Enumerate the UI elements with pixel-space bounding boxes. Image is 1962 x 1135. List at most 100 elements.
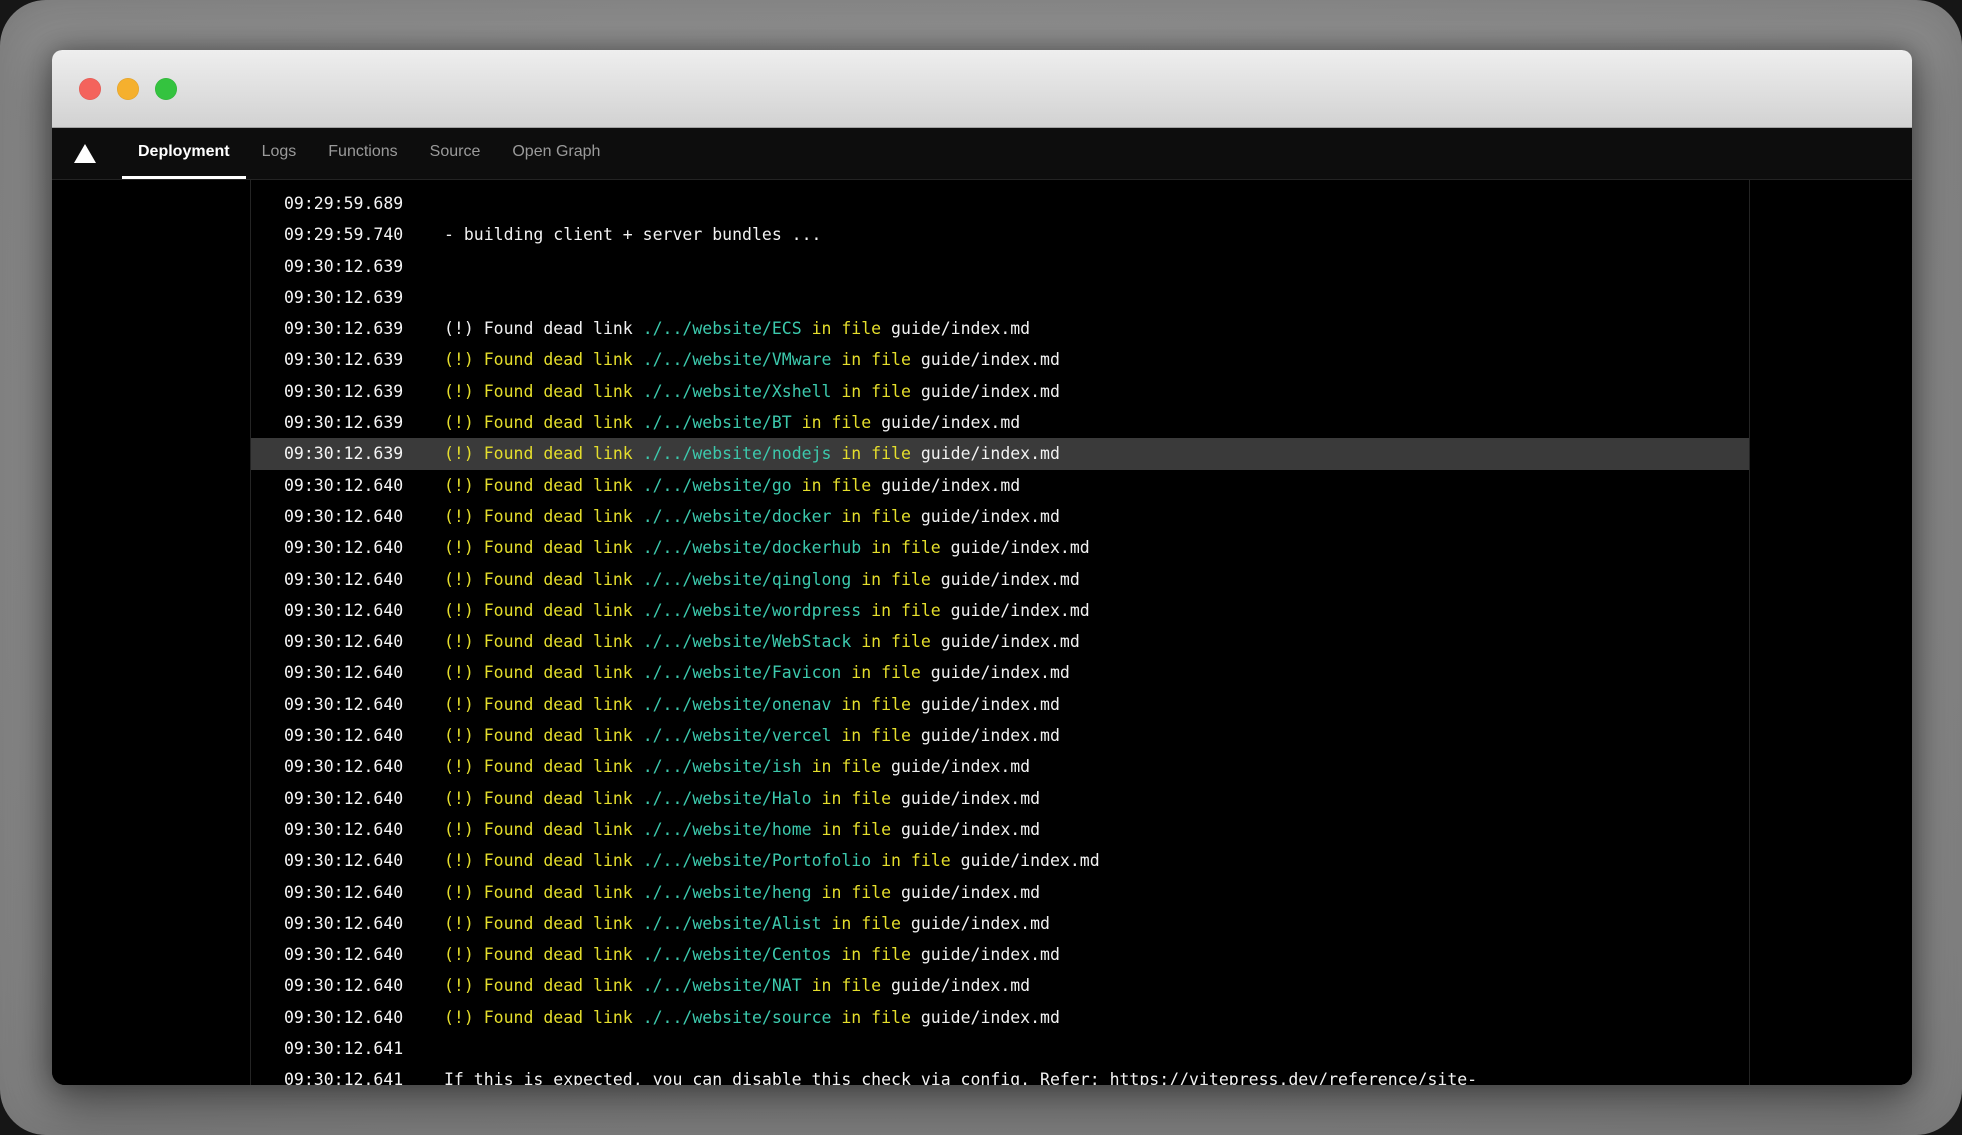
- build-log-pane[interactable]: 09:29:59.68909:29:59.740- building clien…: [251, 180, 1750, 1085]
- log-timestamp: 09:30:12.639: [284, 313, 444, 344]
- log-timestamp: 09:29:59.689: [284, 188, 444, 219]
- log-row[interactable]: 09:30:12.641: [251, 1033, 1749, 1064]
- log-message: (!) Found dead link ./../website/ECS in …: [444, 313, 1030, 344]
- log-row[interactable]: 09:30:12.640(!) Found dead link ./../web…: [251, 657, 1749, 688]
- log-row[interactable]: 09:30:12.639: [251, 282, 1749, 313]
- log-timestamp: 09:30:12.640: [284, 1002, 444, 1033]
- tab-open-graph[interactable]: Open Graph: [496, 128, 616, 179]
- log-row[interactable]: 09:30:12.640(!) Found dead link ./../web…: [251, 470, 1749, 501]
- log-timestamp: 09:30:12.639: [284, 344, 444, 375]
- log-message: (!) Found dead link ./../website/NAT in …: [444, 970, 1030, 1001]
- log-timestamp: 09:30:12.640: [284, 845, 444, 876]
- log-timestamp: 09:30:12.640: [284, 720, 444, 751]
- log-message: (!) Found dead link ./../website/heng in…: [444, 877, 1040, 908]
- log-row[interactable]: 09:29:59.689: [251, 188, 1749, 219]
- log-row[interactable]: 09:30:12.641If this is expected, you can…: [251, 1064, 1749, 1085]
- log-row[interactable]: 09:30:12.640(!) Found dead link ./../web…: [251, 689, 1749, 720]
- nav-tabs: DeploymentLogsFunctionsSourceOpen Graph: [122, 128, 616, 179]
- log-timestamp: 09:30:12.640: [284, 470, 444, 501]
- log-timestamp: 09:29:59.740: [284, 219, 444, 250]
- log-message: (!) Found dead link ./../website/Alist i…: [444, 908, 1050, 939]
- log-message: (!) Found dead link ./../website/dockerh…: [444, 532, 1090, 563]
- minimize-button[interactable]: [117, 78, 139, 100]
- zoom-button[interactable]: [155, 78, 177, 100]
- log-message: (!) Found dead link ./../website/go in f…: [444, 470, 1020, 501]
- log-timestamp: 09:30:12.640: [284, 939, 444, 970]
- log-timestamp: 09:30:12.640: [284, 501, 444, 532]
- log-message: (!) Found dead link ./../website/qinglon…: [444, 564, 1080, 595]
- log-message: (!) Found dead link ./../website/BT in f…: [444, 407, 1020, 438]
- log-row[interactable]: 09:30:12.639(!) Found dead link ./../web…: [251, 407, 1749, 438]
- log-row[interactable]: 09:30:12.640(!) Found dead link ./../web…: [251, 626, 1749, 657]
- log-row[interactable]: 09:30:12.640(!) Found dead link ./../web…: [251, 564, 1749, 595]
- log-row[interactable]: 09:30:12.639(!) Found dead link ./../web…: [251, 344, 1749, 375]
- log-message: (!) Found dead link ./../website/nodejs …: [444, 438, 1060, 469]
- tab-source[interactable]: Source: [414, 128, 497, 179]
- log-timestamp: 09:30:12.640: [284, 689, 444, 720]
- log-timestamp: 09:30:12.640: [284, 626, 444, 657]
- log-row[interactable]: 09:30:12.640(!) Found dead link ./../web…: [251, 783, 1749, 814]
- log-timestamp: 09:30:12.639: [284, 376, 444, 407]
- log-timestamp: 09:30:12.640: [284, 532, 444, 563]
- log-row[interactable]: 09:30:12.640(!) Found dead link ./../web…: [251, 751, 1749, 782]
- log-row[interactable]: 09:30:12.640(!) Found dead link ./../web…: [251, 908, 1749, 939]
- log-message: (!) Found dead link ./../website/onenav …: [444, 689, 1060, 720]
- traffic-lights: [79, 78, 177, 100]
- log-timestamp: 09:30:12.640: [284, 783, 444, 814]
- log-message: (!) Found dead link ./../website/WebStac…: [444, 626, 1080, 657]
- browser-window: DeploymentLogsFunctionsSourceOpen Graph …: [52, 50, 1912, 1085]
- log-sections-sidebar: [52, 180, 251, 1085]
- log-timestamp: 09:30:12.640: [284, 877, 444, 908]
- log-message: (!) Found dead link ./../website/Centos …: [444, 939, 1060, 970]
- log-timestamp: 09:30:12.639: [284, 251, 444, 282]
- desktop-backdrop: DeploymentLogsFunctionsSourceOpen Graph …: [0, 0, 1962, 1135]
- log-row[interactable]: 09:30:12.640(!) Found dead link ./../web…: [251, 501, 1749, 532]
- close-button[interactable]: [79, 78, 101, 100]
- log-row[interactable]: 09:30:12.640(!) Found dead link ./../web…: [251, 845, 1749, 876]
- tab-logs[interactable]: Logs: [246, 128, 313, 179]
- deployment-nav-bar: DeploymentLogsFunctionsSourceOpen Graph: [52, 128, 1912, 180]
- log-row[interactable]: 09:30:12.640(!) Found dead link ./../web…: [251, 720, 1749, 751]
- log-timestamp: 09:30:12.641: [284, 1033, 444, 1064]
- tab-functions[interactable]: Functions: [312, 128, 413, 179]
- log-message: If this is expected, you can disable thi…: [444, 1064, 1477, 1085]
- log-row[interactable]: 09:29:59.740- building client + server b…: [251, 219, 1749, 250]
- vercel-logo-icon[interactable]: [74, 144, 96, 163]
- log-message: (!) Found dead link ./../website/Favicon…: [444, 657, 1070, 688]
- log-row[interactable]: 09:30:12.640(!) Found dead link ./../web…: [251, 532, 1749, 563]
- log-row[interactable]: 09:30:12.639(!) Found dead link ./../web…: [251, 376, 1749, 407]
- log-timestamp: 09:30:12.641: [284, 1064, 444, 1085]
- log-message: (!) Found dead link ./../website/home in…: [444, 814, 1040, 845]
- log-message: (!) Found dead link ./../website/ish in …: [444, 751, 1030, 782]
- log-message: (!) Found dead link ./../website/VMware …: [444, 344, 1060, 375]
- tab-deployment[interactable]: Deployment: [122, 128, 246, 179]
- log-timestamp: 09:30:12.640: [284, 970, 444, 1001]
- deployment-main-area: 09:29:59.68909:29:59.740- building clien…: [52, 180, 1912, 1085]
- log-row[interactable]: 09:30:12.640(!) Found dead link ./../web…: [251, 970, 1749, 1001]
- log-timestamp: 09:30:12.639: [284, 407, 444, 438]
- log-row[interactable]: 09:30:12.640(!) Found dead link ./../web…: [251, 595, 1749, 626]
- log-timestamp: 09:30:12.640: [284, 751, 444, 782]
- log-row[interactable]: 09:30:12.640(!) Found dead link ./../web…: [251, 814, 1749, 845]
- log-message: - building client + server bundles ...: [444, 219, 822, 250]
- log-message: (!) Found dead link ./../website/wordpre…: [444, 595, 1090, 626]
- log-row[interactable]: 09:30:12.639(!) Found dead link ./../web…: [251, 313, 1749, 344]
- log-timestamp: 09:30:12.640: [284, 814, 444, 845]
- log-timestamp: 09:30:12.639: [284, 282, 444, 313]
- log-message: (!) Found dead link ./../website/vercel …: [444, 720, 1060, 751]
- log-message: (!) Found dead link ./../website/docker …: [444, 501, 1060, 532]
- log-timestamp: 09:30:12.640: [284, 908, 444, 939]
- log-timestamp: 09:30:12.640: [284, 595, 444, 626]
- log-timestamp: 09:30:12.639: [284, 438, 444, 469]
- log-row[interactable]: 09:30:12.640(!) Found dead link ./../web…: [251, 939, 1749, 970]
- log-timestamp: 09:30:12.640: [284, 564, 444, 595]
- log-row[interactable]: 09:30:12.640(!) Found dead link ./../web…: [251, 877, 1749, 908]
- log-message: (!) Found dead link ./../website/source …: [444, 1002, 1060, 1033]
- log-message: (!) Found dead link ./../website/Portofo…: [444, 845, 1100, 876]
- log-row[interactable]: 09:30:12.639(!) Found dead link ./../web…: [251, 438, 1749, 469]
- log-message: (!) Found dead link ./../website/Xshell …: [444, 376, 1060, 407]
- log-row[interactable]: 09:30:12.640(!) Found dead link ./../web…: [251, 1002, 1749, 1033]
- log-row[interactable]: 09:30:12.639: [251, 251, 1749, 282]
- window-titlebar: [52, 50, 1912, 128]
- log-timestamp: 09:30:12.640: [284, 657, 444, 688]
